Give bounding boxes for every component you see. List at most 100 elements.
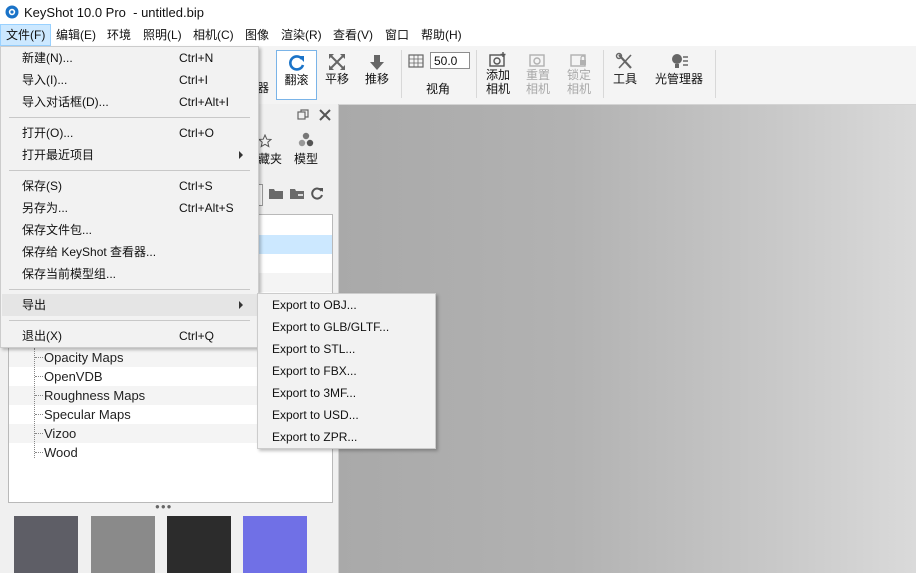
menu-image[interactable]: 图像	[240, 24, 274, 46]
folder-remove-icon[interactable]	[289, 186, 305, 200]
lock-camera-icon	[570, 54, 586, 67]
tab-favorites-label: 藏夹	[258, 152, 283, 166]
tab-models[interactable]: 模型	[294, 132, 322, 166]
submenu-arrow-icon	[239, 151, 243, 159]
light-manager-button[interactable]: 光管理器	[650, 50, 708, 100]
export-fbx-item[interactable]: Export to FBX...	[259, 360, 434, 382]
menu-bar: 文件(F) 编辑(E) 环境 照明(L) 相机(C) 图像 渲染(R) 查看(V…	[0, 24, 916, 46]
menu-item-shortcut: Ctrl+Q	[179, 329, 215, 343]
menu-camera[interactable]: 相机(C)	[188, 24, 239, 46]
menu-item-save-for-viewer[interactable]: 保存给 KeyShot 查看器...	[2, 241, 257, 263]
tree-item-label: Wood	[44, 445, 78, 460]
toolbar-separator	[476, 50, 477, 98]
menu-lighting[interactable]: 照明(L)	[138, 24, 187, 46]
menu-item-label: 导入(I)...	[22, 73, 68, 87]
menu-item-label: 保存当前模型组...	[22, 267, 117, 281]
add-camera-icon	[489, 52, 506, 67]
menu-item-open[interactable]: 打开(O)... Ctrl+O	[2, 122, 257, 144]
export-usd-item[interactable]: Export to USD...	[259, 404, 434, 426]
toolbar-separator	[715, 50, 716, 98]
toolbar-separator	[603, 50, 604, 98]
folder-add-icon[interactable]	[268, 186, 284, 200]
menu-help[interactable]: 帮助(H)	[416, 24, 467, 46]
add-camera-label-2: 相机	[485, 82, 510, 96]
export-3mf-item[interactable]: Export to 3MF...	[259, 382, 434, 404]
menu-item-export[interactable]: 导出	[2, 294, 257, 316]
dolly-button[interactable]: 推移	[360, 50, 394, 100]
menu-item-label: 保存文件包...	[22, 223, 93, 237]
material-thumbnail[interactable]	[14, 516, 78, 573]
reset-camera-label-2: 相机	[525, 82, 550, 96]
tools-button[interactable]: 工具	[609, 50, 641, 100]
pan-button[interactable]: 平移	[320, 50, 354, 100]
pan-label: 平移	[324, 72, 349, 86]
menu-item-shortcut: Ctrl+N	[179, 51, 214, 65]
toolbar-separator	[401, 50, 402, 98]
menu-item-shortcut: Ctrl+O	[179, 126, 215, 140]
menu-item-import-dialog[interactable]: 导入对话框(D)... Ctrl+Alt+I	[2, 91, 257, 113]
tree-item-label: Opacity Maps	[44, 350, 124, 365]
tab-favorites[interactable]: 藏夹	[258, 132, 283, 166]
material-thumbnail[interactable]	[91, 516, 155, 573]
menu-item-label: 新建(N)...	[22, 51, 73, 65]
light-bulb-icon	[672, 54, 688, 68]
menu-item-exit[interactable]: 退出(X) Ctrl+Q	[2, 325, 257, 347]
tumble-label: 翻滚	[284, 73, 309, 87]
menu-separator	[9, 289, 250, 290]
menu-separator	[9, 170, 250, 171]
lock-camera-label-1: 锁定	[566, 68, 591, 82]
menu-edit[interactable]: 编辑(E)	[51, 24, 101, 46]
refresh-icon[interactable]	[310, 186, 324, 200]
lock-camera-button[interactable]: 锁定 相机	[563, 50, 595, 100]
down-arrow-icon	[370, 55, 384, 70]
restore-window-icon[interactable]	[297, 109, 309, 121]
star-icon	[258, 134, 272, 148]
menu-environment[interactable]: 环境	[102, 24, 136, 46]
menu-file[interactable]: 文件(F)	[0, 24, 52, 46]
splitter-handle[interactable]: ●●●	[155, 502, 173, 511]
menu-item-label: Export to 3MF...	[272, 386, 357, 400]
material-thumbnail[interactable]	[167, 516, 231, 573]
close-panel-icon[interactable]	[319, 109, 331, 121]
menu-item-label: 保存给 KeyShot 查看器...	[22, 245, 157, 259]
export-stl-item[interactable]: Export to STL...	[259, 338, 434, 360]
field-of-view-input[interactable]: 50.0	[430, 52, 470, 69]
menu-item-save[interactable]: 保存(S) Ctrl+S	[2, 175, 257, 197]
material-thumbnail[interactable]	[243, 516, 307, 573]
tree-item-label: Roughness Maps	[44, 388, 146, 403]
menu-item-save-model-set[interactable]: 保存当前模型组...	[2, 263, 257, 285]
menu-view[interactable]: 查看(V)	[328, 24, 378, 46]
menu-separator	[9, 320, 250, 321]
menu-item-save-package[interactable]: 保存文件包...	[2, 219, 257, 241]
menu-item-label: 导出	[22, 298, 47, 312]
menu-item-save-as[interactable]: 另存为... Ctrl+Alt+S	[2, 197, 257, 219]
menu-item-label: Export to GLB/GLTF...	[272, 320, 390, 334]
dolly-label: 推移	[364, 72, 389, 86]
menu-item-label: 打开最近项目	[22, 148, 95, 162]
reset-camera-icon	[529, 54, 545, 67]
add-camera-label-1: 添加	[485, 68, 510, 82]
field-of-view-icon	[408, 54, 424, 68]
export-zpr-item[interactable]: Export to ZPR...	[259, 426, 434, 448]
menu-item-shortcut: Ctrl+S	[179, 179, 213, 193]
menu-item-import[interactable]: 导入(I)... Ctrl+I	[2, 69, 257, 91]
menu-item-label: 打开(O)...	[22, 126, 74, 140]
export-glb-gltf-item[interactable]: Export to GLB/GLTF...	[259, 316, 434, 338]
window-title: KeyShot 10.0 Pro - untitled.bip	[24, 5, 204, 20]
tree-item-label: OpenVDB	[44, 369, 103, 384]
add-camera-button[interactable]: 添加 相机	[482, 50, 514, 100]
tree-item-label: Specular Maps	[44, 407, 131, 422]
file-menu-dropdown: 新建(N)... Ctrl+N 导入(I)... Ctrl+I 导入对话框(D)…	[0, 46, 259, 348]
menu-item-new[interactable]: 新建(N)... Ctrl+N	[2, 47, 257, 69]
lock-camera-label-2: 相机	[566, 82, 591, 96]
export-obj-item[interactable]: Export to OBJ...	[259, 294, 434, 316]
menu-window[interactable]: 窗口	[380, 24, 414, 46]
menu-item-label: Export to USD...	[272, 408, 359, 422]
menu-item-open-recent[interactable]: 打开最近项目	[2, 144, 257, 166]
menu-render[interactable]: 渲染(R)	[276, 24, 327, 46]
tumble-button[interactable]: 翻滚	[276, 50, 317, 100]
models-icon	[298, 132, 314, 147]
menu-item-shortcut: Ctrl+I	[179, 73, 209, 87]
reset-camera-button[interactable]: 重置 相机	[522, 50, 554, 100]
menu-item-label: 保存(S)	[22, 179, 62, 193]
